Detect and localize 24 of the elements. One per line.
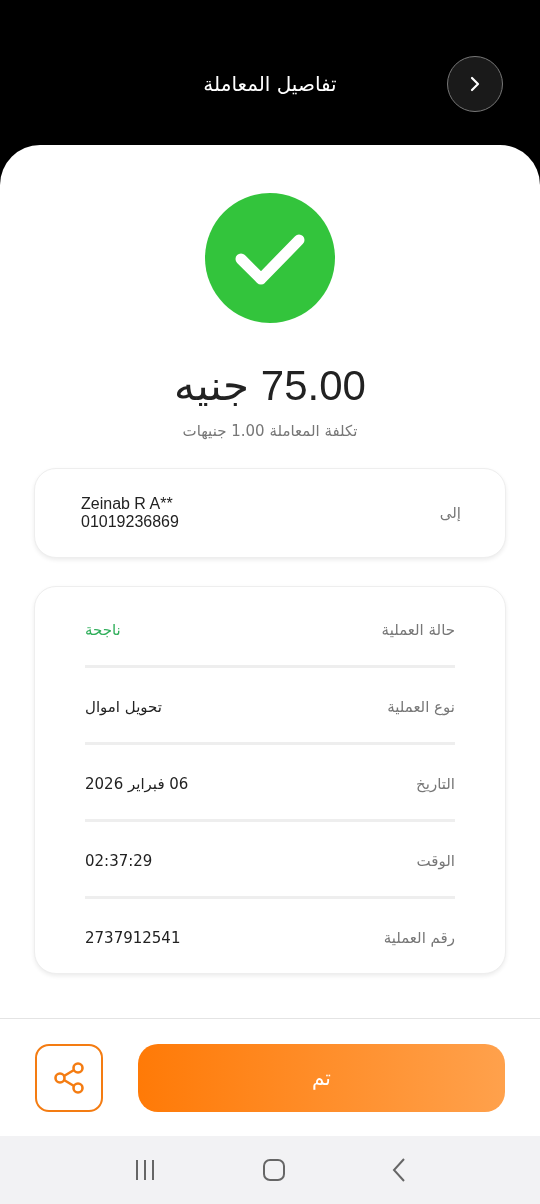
detail-value: تحويل اموال: [85, 698, 162, 716]
recipient-name: Zeinab R A**: [81, 495, 174, 513]
detail-label: رقم العملية: [383, 929, 455, 947]
home-icon[interactable]: [262, 1158, 286, 1182]
chevron-icon: [468, 75, 482, 93]
share-icon: [51, 1059, 87, 1096]
screen-title: تفاصيل المعاملة: [203, 72, 337, 96]
detail-label: حالة العملية: [381, 621, 455, 639]
detail-value: 02:37:29: [85, 852, 153, 870]
success-check-icon: [205, 193, 335, 323]
share-button[interactable]: [35, 1043, 103, 1112]
detail-value: 06 فبراير 2026: [85, 775, 189, 793]
detail-value: ناجحة: [85, 621, 121, 639]
detail-value: 2737912541: [85, 929, 181, 947]
recipient-label: إلى: [439, 504, 461, 522]
fee-text: تكلفة المعاملة 1.00 جنيهات: [182, 422, 358, 440]
recipient-phone: 01019236869: [81, 513, 179, 531]
done-button[interactable]: تم: [138, 1043, 505, 1112]
detail-label: الوقت: [416, 852, 455, 870]
back-icon[interactable]: [391, 1157, 408, 1183]
detail-label: نوع العملية: [387, 698, 455, 716]
amount-text: 75.00 جنيه: [174, 361, 366, 410]
back-button[interactable]: [447, 56, 503, 112]
detail-label: التاريخ: [416, 775, 455, 793]
